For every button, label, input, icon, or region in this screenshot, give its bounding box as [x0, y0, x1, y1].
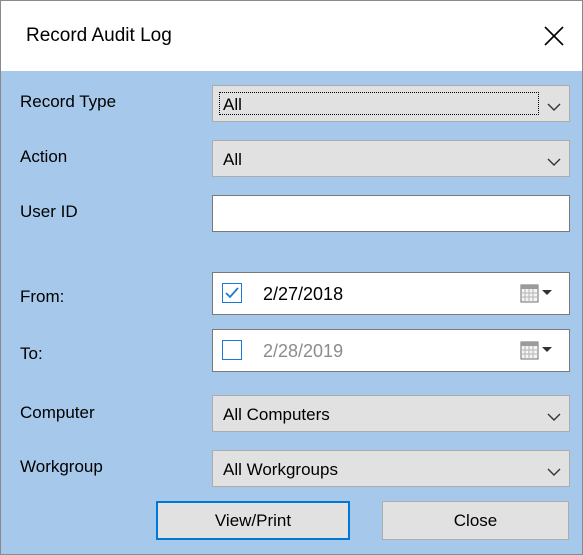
to-date-checkbox[interactable]	[222, 340, 242, 360]
action-value: All	[223, 150, 242, 169]
chevron-down-icon	[547, 464, 561, 482]
record-type-value: All	[223, 95, 242, 114]
action-select[interactable]: All	[212, 140, 570, 177]
user-id-input[interactable]	[212, 195, 570, 232]
window-title: Record Audit Log	[26, 25, 172, 46]
view-print-button[interactable]: View/Print	[156, 501, 350, 540]
close-icon[interactable]	[539, 21, 569, 51]
record-type-select[interactable]: All	[212, 85, 570, 122]
record-type-label: Record Type	[20, 92, 117, 111]
from-date-checkbox[interactable]	[222, 283, 242, 303]
from-date-picker[interactable]: 2/27/2018	[212, 272, 570, 315]
to-label: To:	[20, 344, 43, 363]
calendar-icon[interactable]	[520, 284, 558, 309]
computer-value: All Computers	[223, 405, 330, 424]
workgroup-select[interactable]: All Workgroups	[212, 450, 570, 487]
computer-select[interactable]: All Computers	[212, 395, 570, 432]
action-label: Action	[20, 147, 68, 166]
computer-label: Computer	[20, 403, 95, 422]
to-date-value: 2/28/2019	[263, 341, 344, 361]
chevron-down-icon	[547, 154, 561, 172]
focus-indicator	[219, 92, 539, 115]
from-date-value: 2/27/2018	[263, 284, 344, 304]
record-audit-log-dialog: Record Audit Log Record Type All Action …	[0, 0, 583, 555]
workgroup-label: Workgroup	[20, 457, 103, 476]
to-date-picker[interactable]: 2/28/2019	[212, 329, 570, 372]
chevron-down-icon	[547, 99, 561, 117]
checkmark-icon	[225, 287, 239, 299]
calendar-icon[interactable]	[520, 341, 558, 366]
workgroup-value: All Workgroups	[223, 460, 338, 479]
from-label: From:	[20, 287, 65, 306]
title-bar: Record Audit Log	[1, 1, 582, 71]
close-button[interactable]: Close	[382, 501, 569, 540]
chevron-down-icon	[547, 409, 561, 427]
user-id-label: User ID	[20, 202, 78, 221]
